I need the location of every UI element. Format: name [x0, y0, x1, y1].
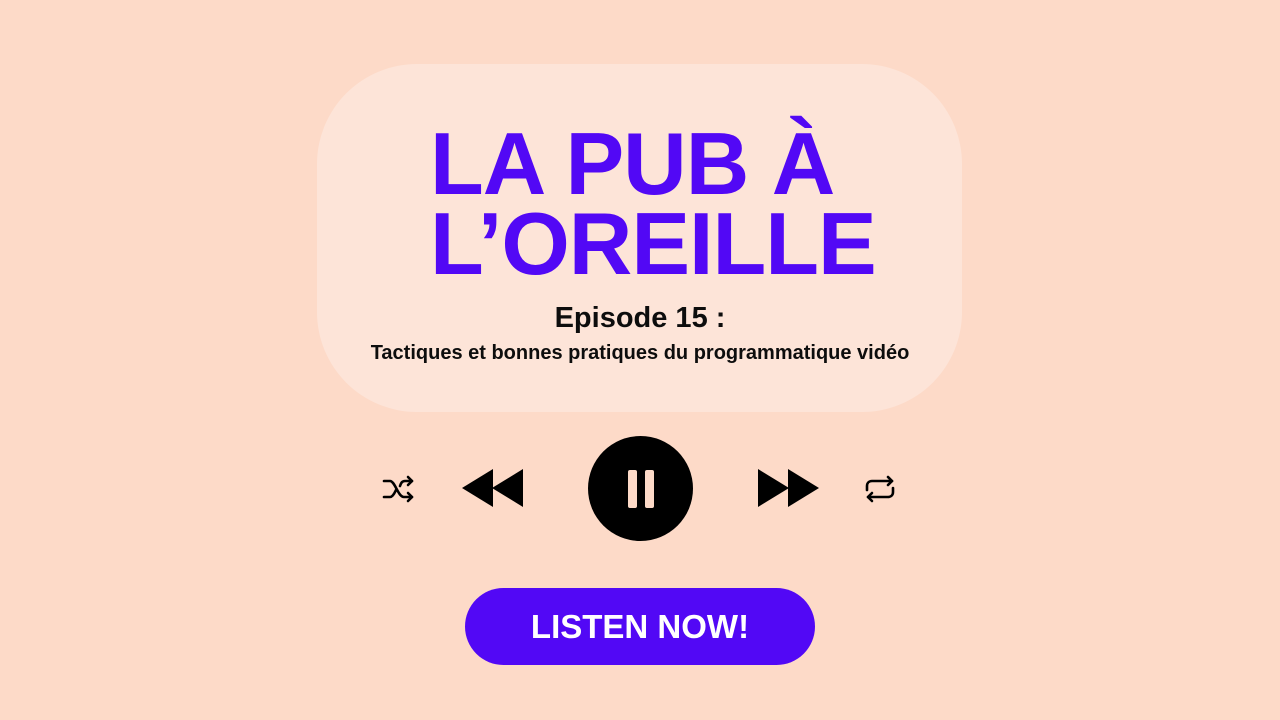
episode-label: Episode 15 : — [554, 302, 726, 334]
rewind-icon[interactable] — [460, 467, 524, 509]
podcast-title-line-2: L’OREILLE — [430, 194, 877, 293]
fast-forward-icon[interactable] — [757, 467, 821, 509]
listen-now-button[interactable]: LISTEN NOW! — [465, 588, 815, 665]
pause-button[interactable] — [588, 436, 693, 541]
pause-icon-bar-left — [628, 470, 637, 508]
pause-icon-bar-right — [645, 470, 654, 508]
episode-subtitle: Tactiques et bonnes pratiques du program… — [370, 342, 910, 364]
podcast-player: LA PUB À L’OREILLE Episode 15 : Tactique… — [0, 0, 1280, 720]
repeat-icon[interactable] — [861, 472, 899, 506]
shuffle-icon[interactable] — [381, 472, 417, 506]
